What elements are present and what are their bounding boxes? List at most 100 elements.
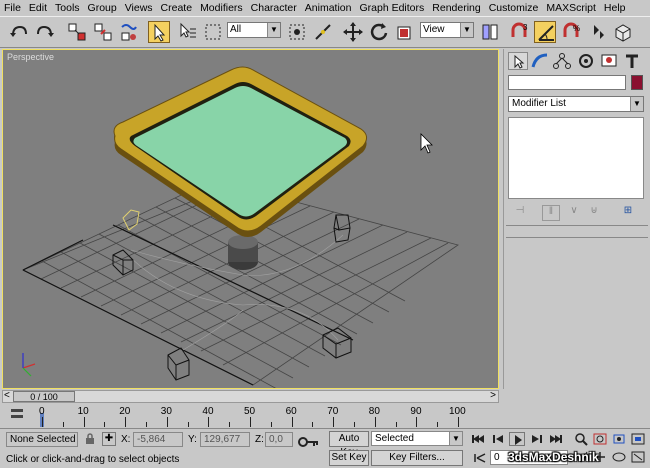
- unlink-icon[interactable]: [92, 21, 114, 43]
- select-by-name-icon[interactable]: [176, 21, 198, 43]
- go-to-start-icon[interactable]: [470, 432, 486, 446]
- time-slider-prev-icon[interactable]: <: [4, 390, 10, 401]
- timeline-tick: [187, 422, 189, 427]
- mouse-cursor-icon: [420, 133, 433, 154]
- menu-item-views[interactable]: Views: [121, 0, 157, 16]
- timeline-tick: [333, 417, 335, 427]
- timeline-label: 90: [410, 406, 422, 417]
- select-and-link-icon[interactable]: [66, 21, 88, 43]
- angle-snap-icon[interactable]: [534, 21, 556, 43]
- spinner-snap-icon[interactable]: [586, 21, 608, 43]
- menu-item-tools[interactable]: Tools: [51, 0, 84, 16]
- menu-item-modifiers[interactable]: Modifiers: [196, 0, 247, 16]
- display-tab[interactable]: [599, 52, 619, 70]
- menu-item-graph-editors[interactable]: Graph Editors: [355, 0, 428, 16]
- select-and-scale-icon[interactable]: [394, 21, 416, 43]
- open-mini-curve-editor-icon[interactable]: [10, 407, 24, 421]
- timeline-tick: [312, 422, 314, 427]
- bone-box: [333, 214, 351, 243]
- remove-modifier-icon[interactable]: ⊎: [586, 205, 602, 219]
- undo-icon[interactable]: [8, 21, 30, 43]
- hierarchy-tab[interactable]: [552, 52, 572, 70]
- bind-space-warp-icon[interactable]: [118, 21, 140, 43]
- snaps-toggle-icon[interactable]: 3: [508, 21, 530, 43]
- play-icon[interactable]: [509, 432, 525, 446]
- menu-item-rendering[interactable]: Rendering: [428, 0, 484, 16]
- timeline-tick: [395, 422, 397, 427]
- menu-item-create[interactable]: Create: [157, 0, 197, 16]
- timeline-tick: [437, 422, 439, 427]
- svg-text:3: 3: [523, 23, 528, 32]
- redo-icon[interactable]: [34, 21, 56, 43]
- next-frame-icon[interactable]: [529, 432, 545, 446]
- crossing-select-icon[interactable]: [312, 21, 334, 43]
- selection-status: None Selected: [6, 432, 78, 447]
- menu-item-help[interactable]: Help: [600, 0, 630, 16]
- timeline-label: 20: [119, 406, 131, 417]
- key-filters-button[interactable]: Key Filters...: [371, 450, 463, 466]
- x-coordinate-field[interactable]: -5,864: [133, 432, 183, 447]
- previous-frame-icon[interactable]: [490, 432, 506, 446]
- time-slider-next-icon[interactable]: >: [490, 390, 496, 401]
- maximize-viewport-icon[interactable]: [630, 450, 646, 464]
- modifier-stack-box[interactable]: [508, 117, 644, 199]
- select-object-icon[interactable]: [148, 21, 170, 43]
- window-crossing-icon[interactable]: [286, 21, 308, 43]
- selected-bone-box: [122, 209, 140, 231]
- timeline-tick: [458, 417, 459, 427]
- command-panel: Modifier List ▼ ⊣ ‖ ∨ ⊎ ⊞: [503, 49, 650, 389]
- motion-tab[interactable]: [576, 52, 596, 70]
- go-to-end-icon[interactable]: [548, 432, 564, 446]
- perspective-viewport[interactable]: Perspective: [2, 49, 499, 389]
- set-key-button[interactable]: Set Key: [329, 450, 369, 466]
- object-color-swatch[interactable]: [631, 75, 643, 90]
- rectangular-selection-icon[interactable]: [202, 21, 224, 43]
- pin-stack-icon[interactable]: ⊣: [512, 205, 528, 219]
- timeline-label: 0: [39, 406, 45, 417]
- quick-render-icon[interactable]: [612, 21, 634, 43]
- auto-key-button[interactable]: Auto Key: [329, 431, 369, 458]
- reference-coordinate-dropdown[interactable]: View ▼: [420, 22, 474, 38]
- absolute-mode-toggle-icon[interactable]: ✚: [102, 432, 116, 446]
- zoom-all-icon[interactable]: [592, 432, 608, 446]
- time-slider[interactable]: < 0 / 100 >: [2, 390, 499, 403]
- key-mode-dropdown[interactable]: Selected ▼: [371, 431, 463, 446]
- selection-filter-value: All: [230, 24, 242, 35]
- svg-text:%: %: [573, 24, 580, 33]
- percent-snap-icon[interactable]: %: [560, 21, 582, 43]
- y-coordinate-field[interactable]: 129,677: [200, 432, 250, 447]
- make-unique-icon[interactable]: ∨: [566, 205, 582, 219]
- menu-item-customize[interactable]: Customize: [485, 0, 543, 16]
- menu-item-group[interactable]: Group: [84, 0, 121, 16]
- time-slider-thumb[interactable]: 0 / 100: [13, 391, 75, 402]
- timeline-label: 70: [327, 406, 339, 417]
- menu-item-animation[interactable]: Animation: [301, 0, 356, 16]
- menu-item-edit[interactable]: Edit: [25, 0, 51, 16]
- create-tab[interactable]: [508, 52, 528, 70]
- lock-selection-icon[interactable]: [84, 433, 96, 445]
- arc-rotate-icon[interactable]: [611, 450, 627, 464]
- menu-item-maxscript[interactable]: MAXScript: [542, 0, 600, 16]
- menu-item-character[interactable]: Character: [247, 0, 301, 16]
- modifier-list-dropdown[interactable]: Modifier List ▼: [508, 96, 644, 112]
- select-and-rotate-icon[interactable]: [368, 21, 390, 43]
- object-name-field[interactable]: [508, 75, 626, 90]
- show-end-result-icon[interactable]: ‖: [542, 205, 560, 221]
- select-and-move-icon[interactable]: [342, 21, 364, 43]
- timeline-tick: [291, 417, 293, 427]
- selection-filter-dropdown[interactable]: All ▼: [227, 22, 281, 38]
- panel-divider: [506, 225, 648, 226]
- use-pivot-center-icon[interactable]: [479, 21, 501, 43]
- zoom-extents-all-icon[interactable]: [630, 432, 646, 446]
- set-keys-icon[interactable]: [298, 435, 320, 449]
- utilities-tab[interactable]: [622, 52, 642, 70]
- zoom-extents-icon[interactable]: [611, 432, 627, 446]
- z-coordinate-field[interactable]: 0,0: [265, 432, 293, 447]
- configure-modifier-sets-icon[interactable]: ⊞: [620, 205, 636, 219]
- chevron-down-icon: ▼: [449, 432, 462, 445]
- menu-item-file[interactable]: File: [0, 0, 25, 16]
- track-bar[interactable]: 0 10 20 30 40 50 60 70 80 90 100: [0, 405, 470, 429]
- zoom-icon[interactable]: [573, 432, 589, 446]
- modify-tab[interactable]: [530, 52, 550, 70]
- key-mode-toggle-icon[interactable]: [472, 451, 488, 465]
